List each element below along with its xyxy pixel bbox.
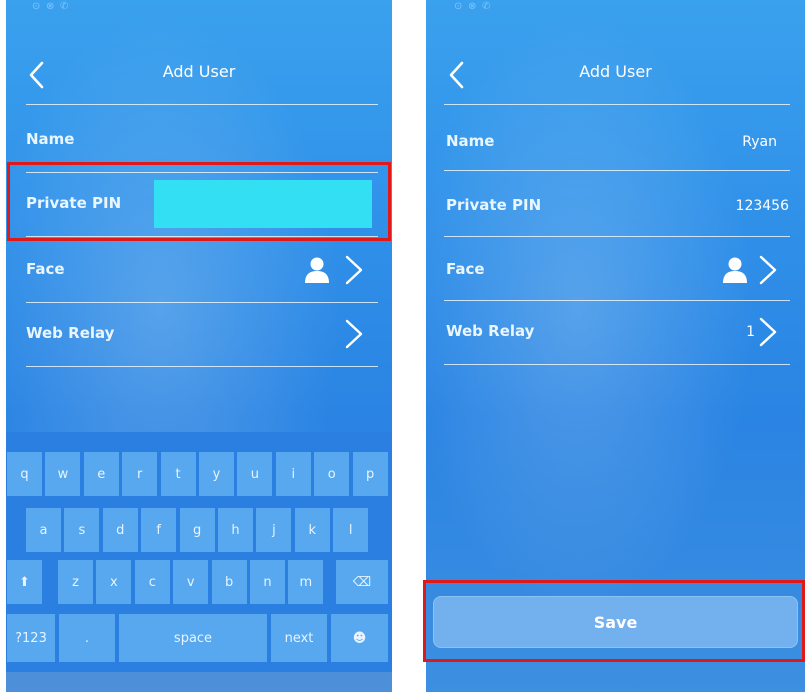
chevron-right-icon[interactable] — [758, 254, 778, 286]
left-screen: ⊙ ⊗ ✆ Add User Name Private PIN Face Web… — [6, 0, 392, 692]
key-z[interactable]: z — [58, 560, 93, 604]
navigation-bar — [6, 672, 392, 692]
key-i[interactable]: i — [275, 452, 311, 496]
status-icon: ⊗ — [468, 1, 477, 12]
key-f[interactable]: f — [141, 508, 177, 552]
key-j[interactable]: j — [256, 508, 292, 552]
divider — [444, 104, 790, 105]
private-pin-label: Private PIN — [446, 196, 542, 214]
web-relay-value: 1 — [746, 324, 755, 340]
page-title: Add User — [579, 62, 652, 81]
web-relay-label: Web Relay — [26, 324, 115, 342]
emoji-icon[interactable]: ☻ — [331, 614, 388, 662]
name-row[interactable]: Name Ryan — [426, 112, 805, 174]
key-m[interactable]: m — [288, 560, 324, 604]
key-v[interactable]: v — [173, 560, 209, 604]
key-n[interactable]: n — [250, 560, 285, 604]
key-d[interactable]: d — [102, 508, 138, 552]
key-y[interactable]: y — [199, 452, 234, 496]
divider — [444, 236, 790, 237]
web-relay-label: Web Relay — [446, 322, 535, 340]
private-pin-value: 123456 — [735, 198, 789, 214]
name-label: Name — [26, 130, 75, 148]
key-l[interactable]: l — [333, 508, 369, 552]
header: Add User — [6, 58, 392, 94]
status-icon: ✆ — [60, 1, 69, 12]
face-row[interactable]: Face — [426, 240, 805, 302]
page-title: Add User — [162, 62, 236, 81]
divider — [26, 366, 378, 367]
key-period[interactable]: . — [59, 614, 115, 662]
key-q[interactable]: q — [7, 452, 42, 496]
key-s[interactable]: s — [64, 508, 100, 552]
key-c[interactable]: c — [134, 560, 170, 604]
status-icon: ⊙ — [32, 1, 41, 12]
web-relay-row[interactable]: Web Relay 1 — [426, 302, 805, 364]
header: Add User — [426, 58, 805, 94]
backspace-icon[interactable]: ⌫ — [336, 560, 388, 604]
divider — [444, 300, 790, 301]
key-space[interactable]: space — [119, 614, 267, 662]
name-label: Name — [446, 132, 495, 150]
key-r[interactable]: r — [122, 452, 158, 496]
key-symbols[interactable]: ?123 — [7, 614, 55, 662]
status-bar: ⊙ ⊗ ✆ — [6, 0, 392, 16]
status-bar: ⊙ ⊗ ✆ — [426, 0, 805, 16]
chevron-right-icon[interactable] — [344, 318, 364, 350]
person-icon — [723, 257, 747, 283]
shift-icon[interactable]: ⬆ — [7, 560, 42, 604]
key-k[interactable]: k — [294, 508, 330, 552]
soft-keyboard: q w e r t y u i o p a s d f g h j k l ⬆ z x c v b n m ⌫ ?123. space ne… — [6, 432, 392, 672]
key-w[interactable]: w — [45, 452, 81, 496]
key-g[interactable]: g — [179, 508, 215, 552]
divider — [26, 104, 378, 105]
person-icon — [305, 257, 329, 283]
key-p[interactable]: p — [352, 452, 388, 496]
key-o[interactable]: o — [314, 452, 350, 496]
divider — [26, 302, 378, 303]
divider — [444, 170, 790, 171]
web-relay-row[interactable]: Web Relay — [6, 304, 392, 366]
status-icon: ⊗ — [46, 1, 55, 12]
highlight-box — [7, 162, 391, 241]
key-t[interactable]: t — [160, 452, 196, 496]
name-value: Ryan — [742, 134, 777, 150]
highlight-box — [423, 580, 805, 662]
private-pin-row[interactable]: Private PIN 123456 — [426, 176, 805, 238]
key-a[interactable]: a — [26, 508, 61, 552]
chevron-right-icon[interactable] — [758, 316, 778, 348]
key-b[interactable]: b — [211, 560, 247, 604]
key-next[interactable]: next — [271, 614, 327, 662]
key-h[interactable]: h — [218, 508, 253, 552]
face-label: Face — [446, 260, 485, 278]
chevron-right-icon[interactable] — [344, 254, 364, 286]
status-icon: ⊙ — [454, 1, 463, 12]
key-e[interactable]: e — [83, 452, 119, 496]
face-row[interactable]: Face — [6, 240, 392, 302]
key-x[interactable]: x — [96, 560, 132, 604]
status-icon: ✆ — [482, 1, 491, 12]
key-u[interactable]: u — [237, 452, 273, 496]
face-label: Face — [26, 260, 65, 278]
divider — [444, 364, 790, 365]
